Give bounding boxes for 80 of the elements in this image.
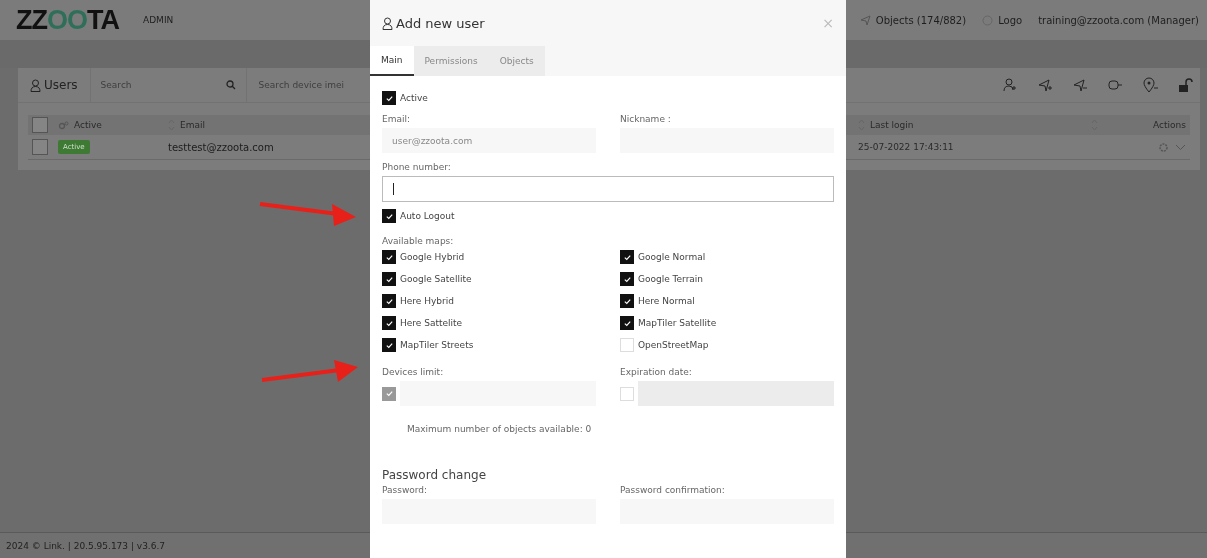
checkbox[interactable]	[32, 117, 48, 133]
checkbox[interactable]	[620, 250, 634, 264]
person-icon	[382, 16, 393, 30]
check-icon	[384, 252, 394, 262]
check-icon	[384, 211, 394, 221]
table-cell: 25-07-2022 17:43:11	[858, 142, 954, 152]
checkbox[interactable]	[382, 294, 396, 308]
footer-text: 2024 © Link. | 20.5.95.173 | v3.6.7	[6, 540, 166, 551]
checkbox[interactable]	[382, 91, 396, 105]
checkbox[interactable]	[620, 316, 634, 330]
text-cursor	[393, 183, 394, 195]
check-icon	[384, 389, 394, 398]
remove-object-icon[interactable]	[1072, 77, 1089, 93]
section-title: ADMIN	[143, 15, 174, 25]
map-option-label: Google Hybrid	[400, 252, 465, 262]
check-icon	[384, 93, 394, 103]
check-icon	[622, 274, 632, 284]
tab[interactable]: Permissions	[413, 46, 489, 76]
chevron-down-icon[interactable]	[1175, 143, 1186, 151]
tab[interactable]: Main	[370, 46, 414, 76]
field-label: Password confirmation:	[620, 485, 726, 495]
map-option-label: Google Satellite	[400, 274, 472, 284]
imei-search-field[interactable]: Search device imei	[246, 80, 345, 90]
field-label: Expiration date:	[620, 367, 693, 377]
map-pin-icon[interactable]	[1142, 77, 1159, 93]
check-icon	[384, 296, 394, 306]
map-option-label: Here Sattelite	[400, 318, 463, 328]
checkbox-label: Auto Logout	[400, 211, 455, 221]
phone-field[interactable]	[382, 176, 834, 202]
navigation-icon	[859, 14, 871, 26]
column-header: Actions	[1153, 120, 1186, 130]
checkbox-label: Active	[400, 93, 428, 103]
add-object-icon[interactable]	[1037, 77, 1054, 93]
map-option-label: Google Normal	[638, 252, 706, 262]
close-button[interactable]: ×	[822, 15, 834, 31]
map-option-label: MapTiler Streets	[400, 340, 474, 350]
checkbox[interactable]	[382, 250, 396, 264]
dialog-title: Add new user	[396, 15, 485, 31]
panel-title: Users	[44, 78, 78, 92]
checkbox[interactable]	[620, 294, 634, 308]
add-user-icon[interactable]	[1002, 77, 1019, 93]
logo: ZZOOTA	[16, 4, 120, 36]
info-text: Maximum number of objects available: 0	[407, 424, 593, 434]
field-label: Phone number:	[382, 162, 452, 172]
field-label: Nickname :	[620, 114, 672, 124]
checkbox[interactable]	[382, 338, 396, 352]
map-option-label: MapTiler Satellite	[638, 318, 717, 328]
checkbox[interactable]	[620, 272, 634, 286]
field-label: Password:	[382, 485, 429, 495]
check-icon	[622, 318, 632, 328]
logo-link[interactable]: Logo	[998, 14, 1023, 26]
column-header[interactable]: Email	[180, 120, 205, 130]
check-icon	[622, 252, 632, 262]
search-field[interactable]: Search	[90, 68, 247, 102]
section-label: Available maps:	[382, 236, 455, 246]
field-label: Devices limit:	[382, 367, 445, 377]
column-header[interactable]: Active	[74, 120, 102, 130]
check-icon	[384, 340, 394, 350]
map-option-label: Here Normal	[638, 296, 695, 306]
check-icon	[384, 318, 394, 328]
unlock-icon[interactable]	[1177, 77, 1194, 93]
check-icon	[384, 274, 394, 284]
check-icon	[622, 296, 632, 306]
checkbox[interactable]	[382, 272, 396, 286]
tab[interactable]: Objects	[488, 46, 545, 76]
map-option-label: Here Hybrid	[400, 296, 454, 306]
checkbox[interactable]	[382, 209, 396, 223]
objects-link[interactable]: Objects (174/882)	[875, 14, 967, 26]
map-option-label: OpenStreetMap	[638, 340, 709, 350]
email-field[interactable]: user@zzoota.com	[382, 128, 596, 153]
person-icon	[30, 78, 41, 92]
checkbox[interactable]	[32, 139, 48, 155]
search-icon[interactable]	[225, 80, 236, 90]
account-menu[interactable]: training@zzoota.com (Manager)	[1038, 14, 1199, 26]
column-header[interactable]: Last login	[870, 120, 914, 130]
field-label: Email:	[382, 114, 411, 124]
map-option-label: Google Terrain	[638, 274, 704, 284]
table-cell: testtest@zzoota.com	[168, 141, 274, 153]
section-title: Password change	[382, 468, 488, 482]
checkbox[interactable]	[382, 316, 396, 330]
